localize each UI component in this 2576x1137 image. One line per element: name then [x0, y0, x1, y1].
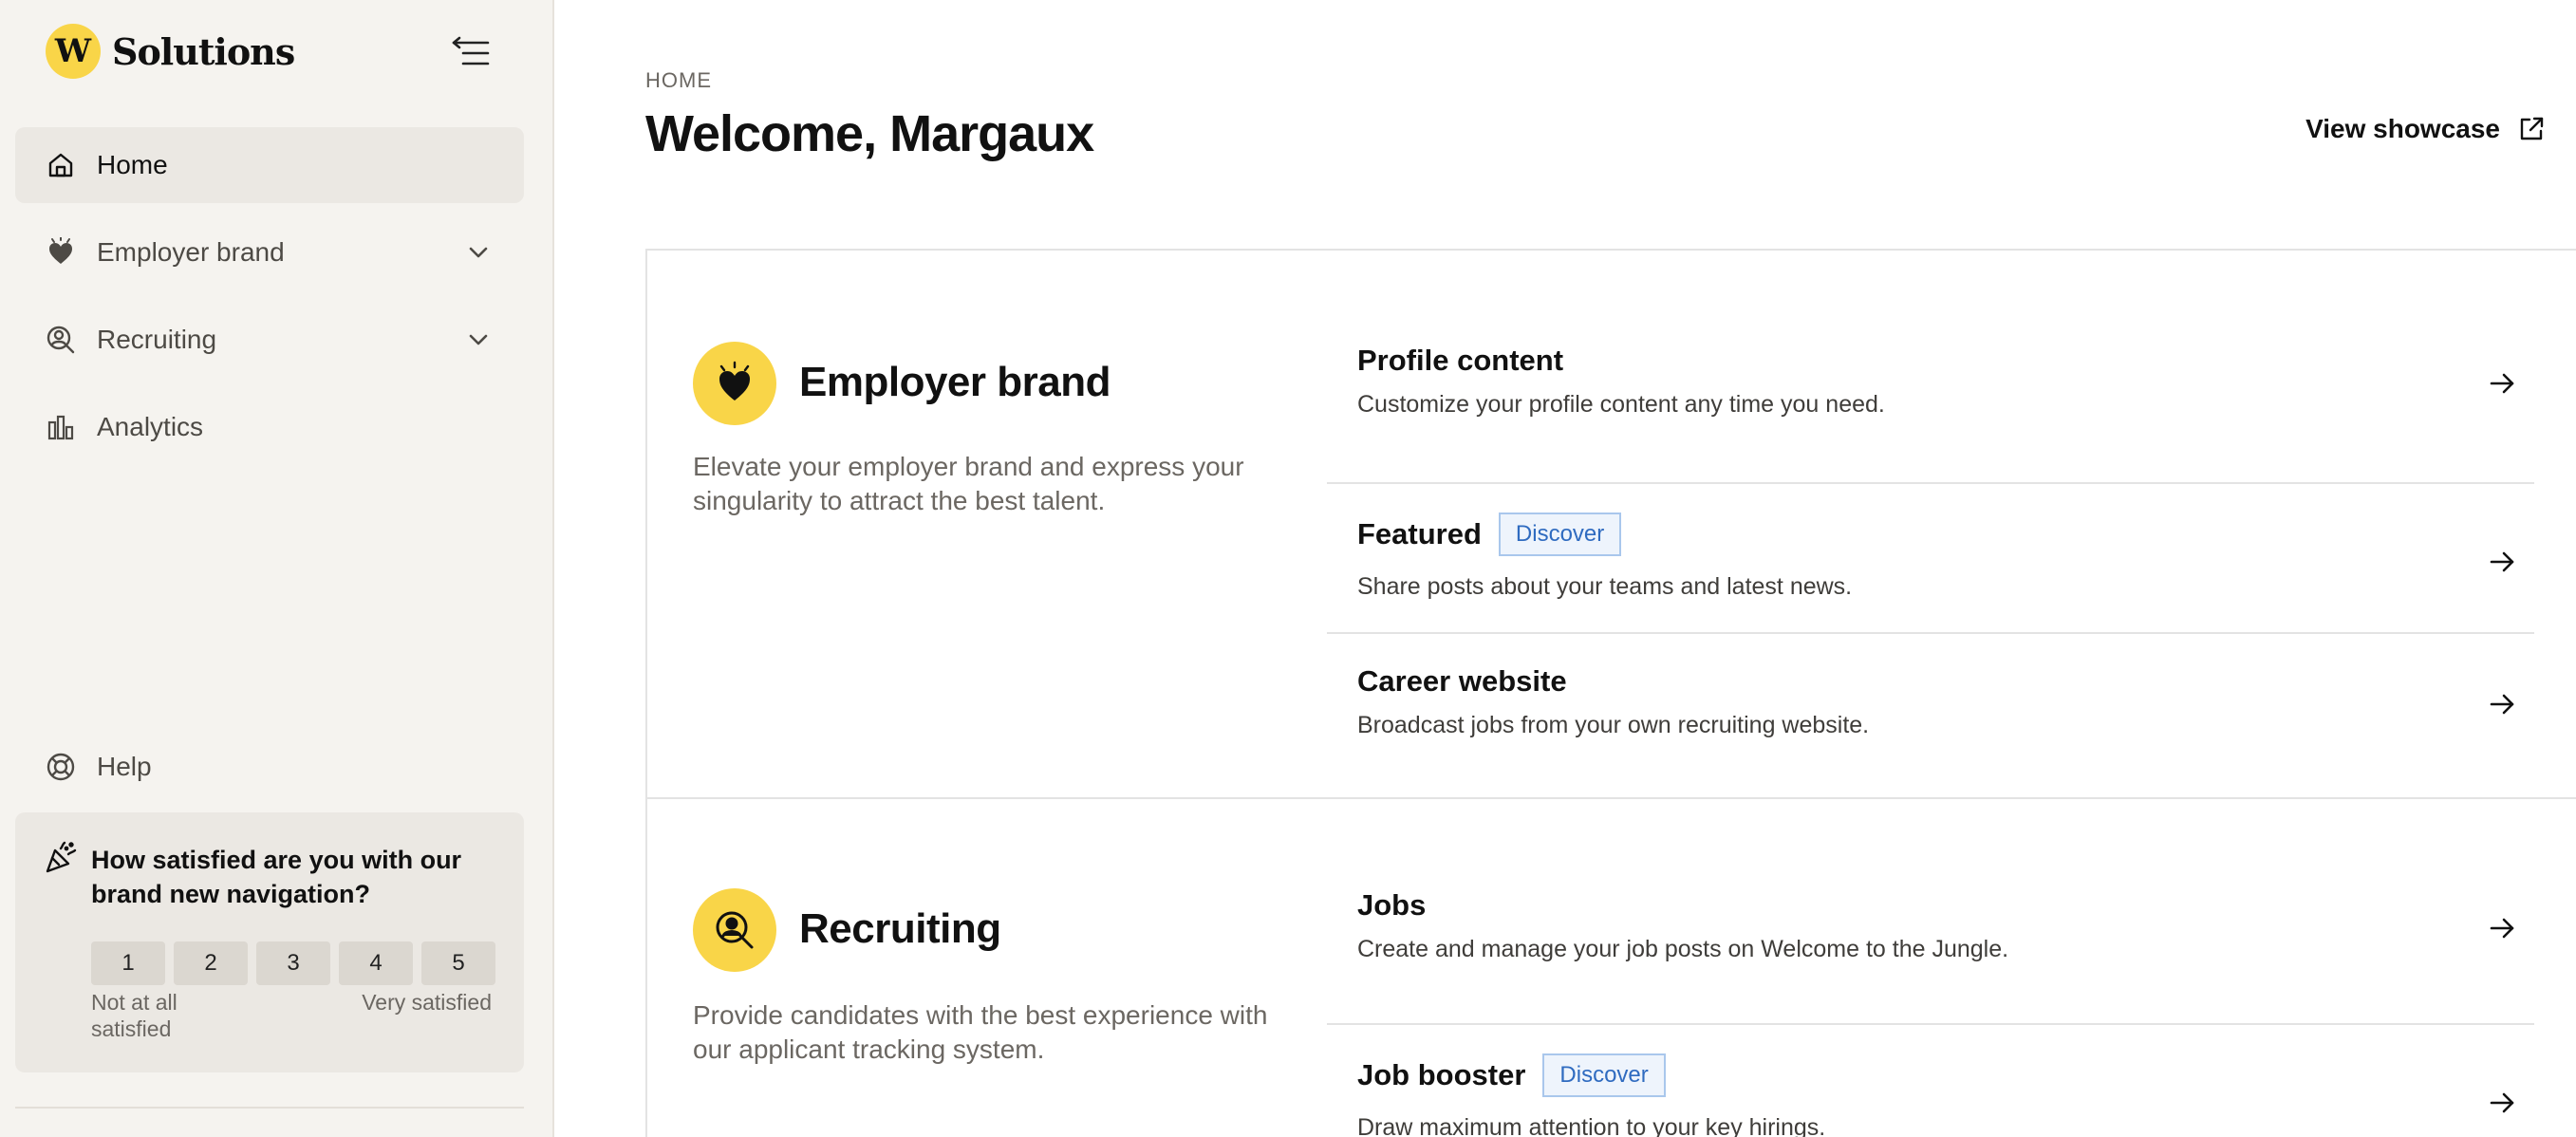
app: W Solutions Home Employer brand Recruiti…: [0, 0, 2576, 1137]
section-title: Recruiting: [799, 905, 1001, 952]
discover-badge: Discover: [1542, 1053, 1666, 1097]
rating-low-label: Not at all satisfied: [91, 990, 177, 1041]
feature-career-website[interactable]: Career website Broadcast jobs from your …: [1327, 634, 2534, 776]
arrow-right-icon[interactable]: [2485, 366, 2519, 401]
person-search-icon: [693, 888, 776, 972]
arrow-right-icon[interactable]: [2485, 1086, 2519, 1120]
sidebar-item-home[interactable]: Home: [15, 127, 524, 203]
view-showcase-label: View showcase: [2305, 114, 2500, 143]
feature-name: Job booster Discover: [1357, 1053, 1666, 1097]
feature-profile-content[interactable]: Profile content Customize your profile c…: [1327, 332, 2534, 484]
feature-name: Jobs: [1357, 888, 1426, 923]
feature-name: Featured Discover: [1357, 513, 1622, 556]
feature-description: Share posts about your teams and latest …: [1357, 573, 1853, 600]
chevron-down-icon[interactable]: [461, 323, 495, 357]
sidebar-nav: Home Employer brand Recruiting Analytics: [15, 127, 524, 476]
section-description: Provide candidates with the best experie…: [693, 1000, 1268, 1064]
feature-description: Draw maximum attention to your key hirin…: [1357, 1114, 1826, 1137]
heart-icon: [44, 235, 78, 270]
person-search-icon: [44, 323, 78, 357]
arrow-right-icon[interactable]: [2485, 687, 2519, 721]
sidebar-item-recruiting[interactable]: Recruiting: [15, 302, 524, 378]
chevron-down-icon[interactable]: [461, 235, 495, 270]
feature-job-booster[interactable]: Job booster Discover Draw maximum attent…: [1327, 1025, 2534, 1137]
feature-list: Profile content Customize your profile c…: [1327, 332, 2534, 776]
recruiting-section: Recruiting Provide candidates with the b…: [645, 797, 2576, 1137]
feature-title: Featured: [1357, 517, 1482, 550]
feature-description: Broadcast jobs from your own recruiting …: [1357, 712, 1870, 738]
feature-featured[interactable]: Featured Discover Share posts about your…: [1327, 484, 2534, 634]
brand[interactable]: W Solutions: [46, 23, 295, 80]
rating-button-3[interactable]: 3: [256, 941, 330, 985]
feature-description: Customize your profile content any time …: [1357, 391, 1885, 418]
rating-row: 1 2 3 4 5: [91, 941, 504, 985]
main-content: HOME Welcome, Margaux View showcase Empl…: [554, 0, 2576, 1137]
help-label: Help: [97, 752, 152, 781]
lifebuoy-icon: [44, 750, 78, 784]
section-title: Employer brand: [799, 359, 1111, 405]
sidebar-item-employer-brand[interactable]: Employer brand: [15, 214, 524, 290]
brand-name: Solutions: [112, 29, 295, 73]
feature-title: Profile content: [1357, 344, 1564, 377]
sidebar-item-label: Analytics: [97, 412, 204, 441]
rating-high-label: Very satisfied: [362, 990, 492, 1015]
sidebar-item-analytics[interactable]: Analytics: [15, 389, 524, 465]
sidebar-item-label: Employer brand: [97, 237, 285, 267]
feature-description: Create and manage your job posts on Welc…: [1357, 936, 2009, 962]
arrow-right-icon[interactable]: [2485, 545, 2519, 579]
external-link-icon: [2520, 117, 2544, 140]
divider: [15, 1107, 524, 1109]
sidebar-item-label: Home: [97, 150, 168, 179]
rating-button-2[interactable]: 2: [174, 941, 248, 985]
view-showcase-link[interactable]: View showcase: [2305, 110, 2546, 148]
feature-jobs[interactable]: Jobs Create and manage your job posts on…: [1327, 879, 2534, 1025]
arrow-right-icon[interactable]: [2485, 911, 2519, 945]
feature-name: Career website: [1357, 664, 1567, 699]
rating-button-1[interactable]: 1: [91, 941, 165, 985]
home-icon: [44, 148, 78, 182]
breadcrumb[interactable]: HOME: [645, 68, 712, 93]
rating-button-4[interactable]: 4: [339, 941, 413, 985]
heart-icon: [693, 342, 776, 425]
page-title: Welcome, Margaux: [645, 105, 1094, 162]
sidebar-item-label: Recruiting: [97, 325, 217, 354]
feature-list: Jobs Create and manage your job posts on…: [1327, 879, 2534, 1137]
collapse-sidebar-button[interactable]: [450, 30, 494, 74]
bar-chart-icon: [44, 410, 78, 444]
collapse-menu-icon: [452, 36, 490, 65]
feature-title: Jobs: [1357, 888, 1427, 922]
sidebar-item-help[interactable]: Help: [15, 729, 524, 805]
navigation-survey: How satisfied are you with our brand new…: [15, 812, 524, 1072]
survey-question: How satisfied are you with our brand new…: [91, 846, 462, 908]
feature-title: Job booster: [1357, 1058, 1526, 1091]
discover-badge: Discover: [1498, 513, 1622, 556]
brand-logo: W: [46, 24, 101, 79]
employer-brand-section: Employer brand Elevate your employer bra…: [645, 249, 2576, 799]
rating-button-5[interactable]: 5: [421, 941, 495, 985]
sidebar: W Solutions Home Employer brand Recruiti…: [0, 0, 554, 1137]
feature-name: Profile content: [1357, 344, 1563, 378]
party-popper-icon: [44, 841, 78, 875]
section-description: Elevate your employer brand and express …: [693, 452, 1244, 515]
feature-title: Career website: [1357, 664, 1567, 698]
